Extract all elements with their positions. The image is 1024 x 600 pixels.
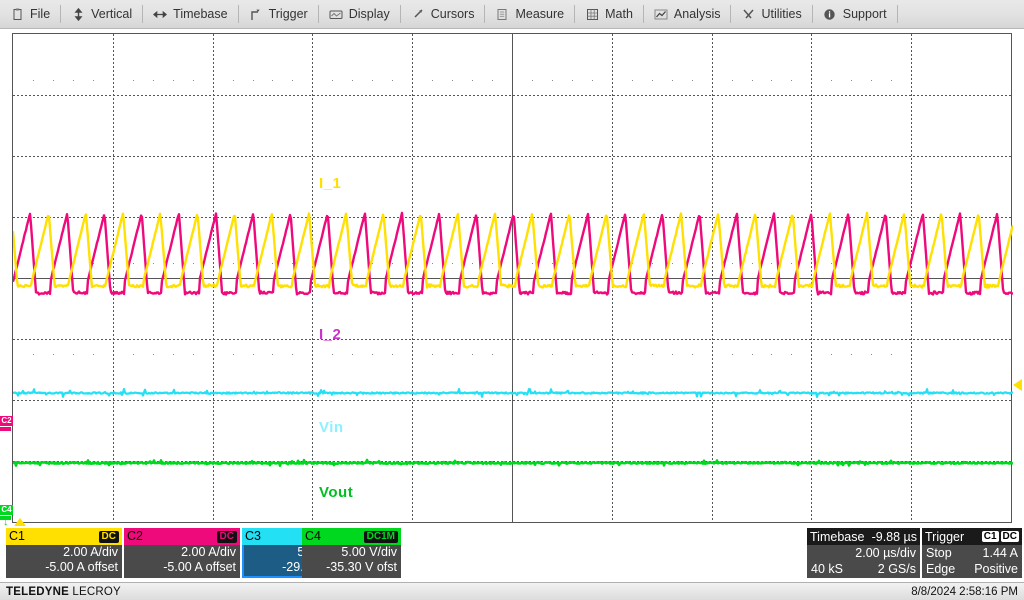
timebase-memory: 40 kS [811, 562, 843, 576]
menu-item-analysis[interactable]: Analysis [644, 0, 731, 28]
brand-teledyne: TELEDYNE [6, 585, 69, 598]
waveform-traces [13, 211, 1013, 468]
trigger-source-chip: C1 [981, 531, 999, 542]
channel-scale-c2: 2.00 A/div [181, 545, 236, 559]
trigger-type-row: Edge Positive [922, 561, 1022, 577]
channel-header-c1[interactable]: C1 DC [6, 528, 122, 545]
trace-vout-c4 [13, 458, 1013, 468]
menu-item-measure[interactable]: Measure [485, 0, 574, 28]
trigger-level-marker[interactable] [1013, 379, 1022, 391]
c4-offset-arrow-icon: ↓ [3, 516, 9, 528]
trace-label-i-2[interactable]: I_2 [319, 326, 341, 343]
timebase-scale: 2.00 µs/div [855, 546, 916, 560]
channel-scale-c4: 5.00 V/div [341, 545, 397, 559]
updown-arrow-icon [71, 7, 85, 21]
channel-offset-c2: -5.00 A offset [163, 560, 236, 574]
waveform-graticule[interactable]: I_1 I_2 Vin Vout [12, 33, 1013, 523]
menu-item-label: Vertical [91, 7, 133, 21]
clipboard-icon [10, 7, 24, 21]
timebase-sample-rate: 2 GS/s [877, 562, 916, 576]
descriptor-bar: C1 DC 2.00 A/div -5.00 A offset C2 DC 2.00 A/d… [0, 528, 1024, 582]
menu-item-trigger[interactable]: Trigger [239, 0, 318, 28]
measure-list-icon [495, 7, 509, 21]
menu-item-vertical[interactable]: Vertical [61, 0, 142, 28]
timebase-header: Timebase -9.88 µs [807, 528, 920, 545]
trigger-state-row: Stop 1.44 A [922, 545, 1022, 561]
menu-item-math[interactable]: Math [575, 0, 643, 28]
trigger-header: Trigger C1 DC [922, 528, 1022, 545]
cursor-arrow-icon [411, 7, 425, 21]
menu-item-utilities[interactable]: Utilities [731, 0, 811, 28]
menu-item-display[interactable]: Display [319, 0, 400, 28]
channel-header-c4[interactable]: C4 DC1M [302, 528, 401, 545]
channel-coupling-badge-c2[interactable]: DC [216, 530, 237, 543]
brand-logo: TELEDYNE LECROY [6, 586, 121, 598]
channel-coupling-badge-c4[interactable]: DC1M [363, 530, 398, 543]
status-footer: TELEDYNE LECROY 8/8/2024 2:58:16 PM [0, 582, 1024, 600]
channel-scale-c1: 2.00 A/div [63, 545, 118, 559]
channel-header-c2[interactable]: C2 DC [124, 528, 240, 545]
brand-lecroy: LECROY [68, 585, 121, 598]
timebase-memory-row: 40 kS 2 GS/s [807, 561, 920, 577]
analysis-trend-icon [654, 7, 668, 21]
trigger-level: 1.44 A [982, 546, 1018, 560]
math-grid-icon [585, 7, 599, 21]
timebase-delay: -9.88 µs [871, 529, 917, 544]
trigger-descriptor[interactable]: Trigger C1 DC Stop 1.44 A Edge Positive [922, 528, 1022, 578]
menu-item-timebase[interactable]: Timebase [143, 0, 237, 28]
menu-item-label: Measure [515, 7, 565, 21]
display-screen-icon [329, 7, 343, 21]
channel-descriptor-c2[interactable]: C2 DC 2.00 A/div -5.00 A offset [124, 528, 240, 578]
info-circle-icon [823, 7, 837, 21]
trigger-type: Edge [926, 562, 956, 576]
channel-offset-c4: -35.30 V ofst [326, 560, 397, 574]
menu-item-label: Cursors [430, 7, 475, 21]
c4-offset-marker[interactable]: C4 [0, 505, 13, 515]
leftright-arrow-icon [153, 7, 168, 21]
timebase-scale-row: 2.00 µs/div [807, 545, 920, 561]
trace-label-vout[interactable]: Vout [319, 484, 353, 501]
trigger-slope: Positive [974, 562, 1018, 576]
menu-item-label: Display [348, 7, 390, 21]
trace-vin-c3 [13, 387, 1013, 398]
menu-item-support[interactable]: Support [813, 0, 897, 28]
trace-label-vin[interactable]: Vin [319, 419, 344, 436]
channel-name-c3: C3 [245, 529, 261, 544]
menu-item-label: Analysis [673, 7, 721, 21]
utilities-tools-icon [741, 7, 755, 21]
menu-item-file[interactable]: File [0, 0, 60, 28]
menu-item-label: Utilities [761, 7, 802, 21]
timebase-descriptor[interactable]: Timebase -9.88 µs 2.00 µs/div 40 kS 2 GS… [807, 528, 920, 578]
timebase-title: Timebase [810, 529, 865, 544]
trigger-state: Stop [926, 546, 952, 560]
oscilloscope-screen: File Vertical Timebase Trigger Display Cursor… [0, 0, 1024, 600]
trigger-slope-icon [249, 7, 263, 21]
channel-name-c1: C1 [9, 529, 25, 544]
menu-item-label: Trigger [268, 7, 308, 21]
channel-offset-c1: -5.00 A offset [45, 560, 118, 574]
menu-item-label: Math [605, 7, 633, 21]
trigger-title: Trigger [925, 529, 965, 544]
channel-coupling-badge-c1[interactable]: DC [98, 530, 119, 543]
menu-item-cursors[interactable]: Cursors [401, 0, 485, 28]
c2-offset-marker[interactable]: C2 [0, 416, 13, 426]
channel-name-c2: C2 [127, 529, 143, 544]
channel-descriptor-c4[interactable]: C4 DC1M 5.00 V/div -35.30 V ofst [302, 528, 401, 578]
channel-descriptor-c1[interactable]: C1 DC 2.00 A/div -5.00 A offset [6, 528, 122, 578]
menu-item-label: Timebase [173, 7, 228, 21]
trace-label-i-1[interactable]: I_1 [319, 175, 341, 192]
menu-bar: File Vertical Timebase Trigger Display Cursor… [0, 0, 1024, 29]
timestamp: 8/8/2024 2:58:16 PM [911, 585, 1018, 598]
trigger-coupling-chip: DC [1000, 531, 1019, 542]
menu-item-label: Support [842, 7, 887, 21]
menu-item-label: File [30, 7, 51, 21]
channel-name-c4: C4 [305, 529, 321, 544]
trigger-position-marker[interactable] [14, 518, 26, 526]
c2-offset-marker-level[interactable] [0, 427, 11, 431]
menu-separator [896, 5, 898, 23]
